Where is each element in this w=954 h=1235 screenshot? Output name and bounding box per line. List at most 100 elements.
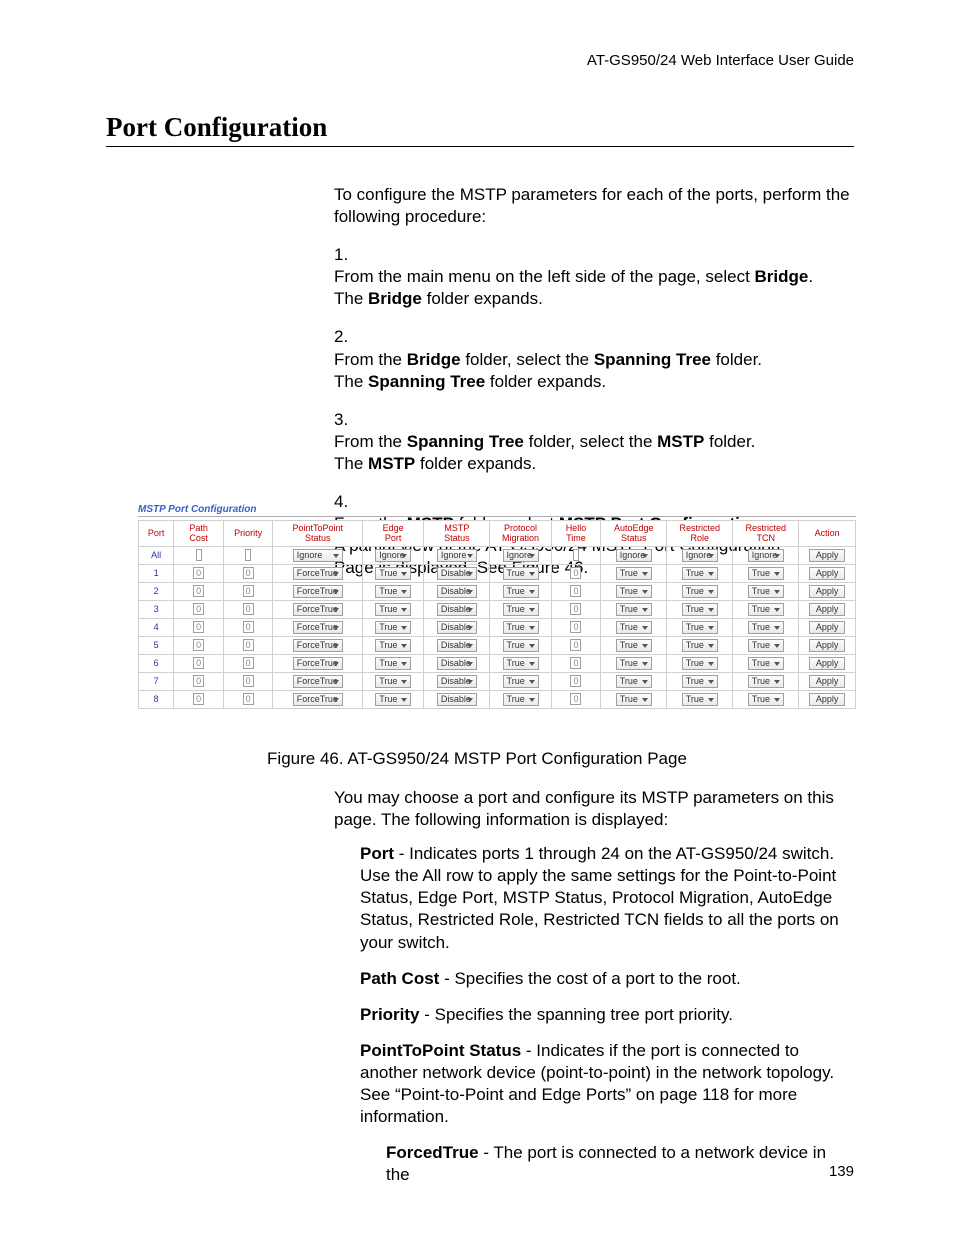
select-dropdown[interactable]: ForceTrue [293,567,343,580]
select-dropdown[interactable]: Ignore [616,549,652,562]
text-input[interactable]: 0 [570,603,581,615]
text-input[interactable]: 0 [243,675,254,687]
text-input[interactable]: 0 [193,693,204,705]
text-input[interactable]: 0 [243,603,254,615]
select-dropdown[interactable]: Ignore [748,549,784,562]
select-dropdown[interactable]: True [375,585,411,598]
select-dropdown[interactable]: True [616,639,652,652]
select-dropdown[interactable]: True [616,675,652,688]
text-input[interactable]: 0 [193,675,204,687]
apply-button[interactable]: Apply [809,567,846,580]
select-dropdown[interactable]: True [503,603,539,616]
select-dropdown[interactable]: True [616,657,652,670]
select-dropdown[interactable]: True [682,585,718,598]
apply-button[interactable]: Apply [809,639,846,652]
select-dropdown[interactable]: True [375,693,411,706]
cell-port: 5 [139,636,174,654]
select-dropdown[interactable]: True [375,675,411,688]
select-dropdown[interactable]: Ignore [375,549,411,562]
select-dropdown[interactable]: Ignore [503,549,539,562]
select-dropdown[interactable]: True [748,693,784,706]
select-dropdown[interactable]: True [748,603,784,616]
select-dropdown[interactable]: Disable [437,639,477,652]
select-dropdown[interactable]: True [503,693,539,706]
text-input[interactable]: 0 [570,675,581,687]
select-dropdown[interactable]: True [503,639,539,652]
select-dropdown[interactable]: True [748,585,784,598]
select-dropdown[interactable]: Disable [437,675,477,688]
select-dropdown[interactable]: True [503,567,539,580]
select-dropdown[interactable]: True [682,693,718,706]
text-input[interactable] [196,549,202,561]
select-dropdown[interactable]: Disable [437,603,477,616]
select-dropdown[interactable]: Disable [437,567,477,580]
text-input[interactable]: 0 [243,585,254,597]
select-dropdown[interactable]: ForceTrue [293,621,343,634]
select-dropdown[interactable]: True [503,621,539,634]
select-dropdown[interactable]: True [682,603,718,616]
select-dropdown[interactable]: ForceTrue [293,693,343,706]
select-dropdown[interactable]: True [616,585,652,598]
apply-button[interactable]: Apply [809,693,846,706]
select-dropdown[interactable]: True [682,657,718,670]
select-dropdown[interactable]: True [748,567,784,580]
text-input[interactable]: 0 [243,567,254,579]
apply-button[interactable]: Apply [809,675,846,688]
select-dropdown[interactable]: True [616,621,652,634]
text-input[interactable]: 0 [243,621,254,633]
select-dropdown[interactable]: True [616,603,652,616]
select-dropdown[interactable]: True [375,657,411,670]
text-input[interactable]: 0 [570,567,581,579]
text-input[interactable]: 0 [243,693,254,705]
select-dropdown[interactable]: True [375,621,411,634]
text-input[interactable]: 0 [193,585,204,597]
select-dropdown[interactable]: Disable [437,693,477,706]
apply-button[interactable]: Apply [809,603,846,616]
select-dropdown[interactable]: True [682,639,718,652]
text-input[interactable]: 0 [570,621,581,633]
select-dropdown[interactable]: Ignore [293,549,343,562]
select-dropdown[interactable]: True [748,675,784,688]
text-input[interactable]: 0 [193,621,204,633]
select-dropdown[interactable]: True [682,567,718,580]
select-dropdown[interactable]: True [748,657,784,670]
select-dropdown[interactable]: True [503,585,539,598]
select-dropdown[interactable]: True [748,621,784,634]
select-dropdown[interactable]: Disable [437,621,477,634]
select-dropdown[interactable]: ForceTrue [293,657,343,670]
text-input[interactable]: 0 [193,639,204,651]
apply-button[interactable]: Apply [809,621,846,634]
select-dropdown[interactable]: True [375,567,411,580]
apply-button[interactable]: Apply [809,585,846,598]
text-input[interactable]: 0 [193,657,204,669]
select-dropdown[interactable]: ForceTrue [293,585,343,598]
text-input[interactable]: 0 [243,639,254,651]
apply-button[interactable]: Apply [809,657,846,670]
select-dropdown[interactable]: True [503,657,539,670]
text-input[interactable]: 0 [193,567,204,579]
select-dropdown[interactable]: True [375,639,411,652]
select-dropdown[interactable]: ForceTrue [293,675,343,688]
select-dropdown[interactable]: Disable [437,657,477,670]
select-dropdown[interactable]: ForceTrue [293,639,343,652]
select-dropdown[interactable]: True [748,639,784,652]
text-input[interactable]: 0 [570,639,581,651]
text-input[interactable]: 0 [570,693,581,705]
select-dropdown[interactable]: Ignore [682,549,718,562]
select-dropdown[interactable]: True [682,621,718,634]
select-dropdown[interactable]: ForceTrue [293,603,343,616]
text-input[interactable]: 0 [570,585,581,597]
select-dropdown[interactable]: True [503,675,539,688]
text-input[interactable]: 0 [570,657,581,669]
text-input[interactable]: 0 [243,657,254,669]
select-dropdown[interactable]: True [682,675,718,688]
select-dropdown[interactable]: Disable [437,585,477,598]
text-input[interactable]: 0 [193,603,204,615]
select-dropdown[interactable]: Ignore [437,549,477,562]
select-dropdown[interactable]: True [616,693,652,706]
apply-button[interactable]: Apply [809,549,846,562]
select-dropdown[interactable]: True [616,567,652,580]
text-input[interactable] [245,549,251,561]
text-input[interactable] [573,549,579,561]
select-dropdown[interactable]: True [375,603,411,616]
